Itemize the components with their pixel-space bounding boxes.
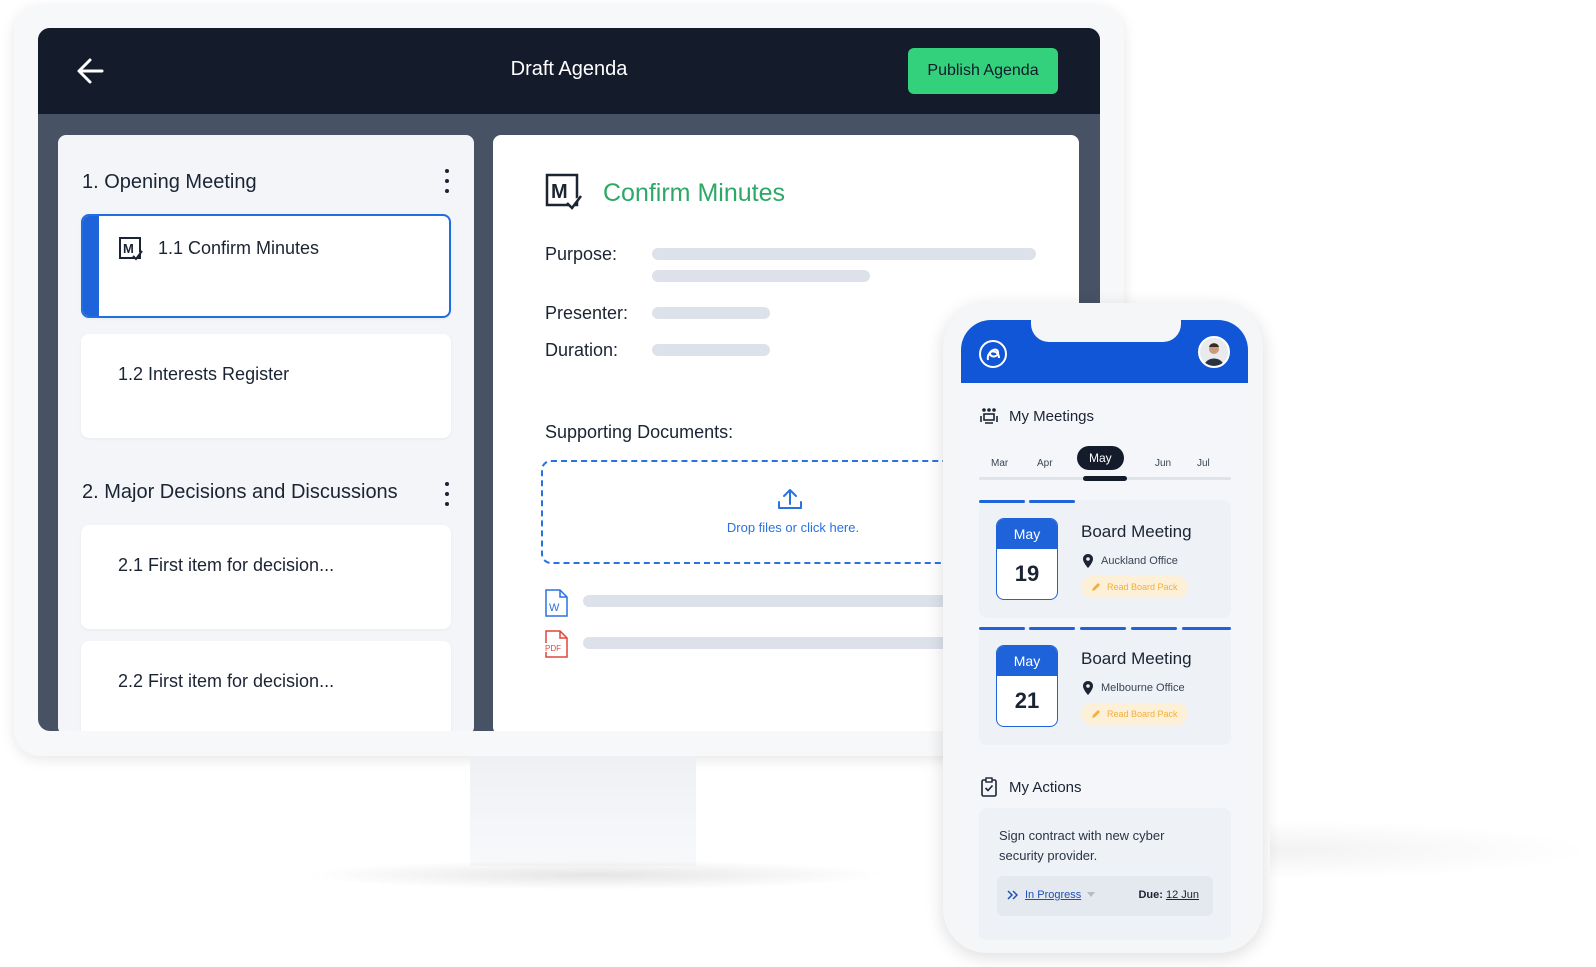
date-month: May (997, 519, 1057, 549)
chevron-down-icon (1087, 892, 1096, 897)
meeting-title: Board Meeting (1081, 522, 1192, 541)
agenda-item-label: 1.2 Interests Register (118, 364, 290, 384)
due-label: Due: (1138, 889, 1163, 901)
meeting-location: Melbourne Office (1083, 681, 1185, 695)
agenda-item-decision-1[interactable]: 2.1 First item for decision... (81, 525, 451, 629)
svg-text:M: M (551, 181, 568, 203)
read-board-pack-button[interactable]: Read Board Pack (1081, 576, 1188, 598)
my-meetings-label: My Meetings (1009, 407, 1095, 425)
date-day: 21 (1014, 688, 1040, 713)
read-board-pack-label: Read Board Pack (1107, 582, 1178, 592)
read-board-pack-button[interactable]: Read Board Pack (1081, 703, 1188, 725)
meeting-tabs (979, 500, 1231, 503)
supporting-documents-label: Supporting Documents: (545, 422, 734, 442)
upload-icon (778, 489, 802, 509)
minutes-icon: M (545, 173, 582, 210)
month-tab[interactable]: Jul (1197, 458, 1210, 469)
duration-placeholder (652, 344, 770, 356)
detail-title: Confirm Minutes (603, 179, 785, 207)
agenda-item-confirm-minutes[interactable]: M 1.1 Confirm Minutes (81, 214, 451, 318)
action-footer: In Progress Due: 12 Jun (997, 876, 1213, 916)
date-badge: May 19 (996, 518, 1058, 600)
mobile-screen: My Meetings Mar Apr May Jun Jul May 19 B… (961, 320, 1248, 940)
date-day: 19 (1014, 561, 1040, 586)
minutes-icon: M (119, 237, 143, 261)
my-actions-heading: My Actions (979, 777, 1082, 797)
location-pin-icon (1083, 681, 1093, 695)
marketing-stage: Draft Agenda Publish Agenda 1. Opening M… (0, 0, 1596, 967)
status-dropdown[interactable]: In Progress (1007, 889, 1096, 901)
user-avatar[interactable] (1198, 336, 1230, 368)
publish-agenda-button[interactable]: Publish Agenda (908, 48, 1058, 94)
desktop-screen: Draft Agenda Publish Agenda 1. Opening M… (38, 28, 1100, 731)
agenda-item-label: 1.1 Confirm Minutes (158, 238, 320, 258)
month-tab[interactable]: Mar (991, 458, 1008, 469)
active-indicator (83, 216, 99, 316)
monitor-stand-shadow (300, 860, 890, 890)
section-menu-icon[interactable] (442, 169, 452, 193)
clipboard-check-icon (981, 777, 997, 797)
meeting-title: Board Meeting (1081, 649, 1192, 668)
presenter-label: Presenter: (545, 303, 629, 323)
month-tab-selected[interactable]: May (1077, 446, 1124, 470)
location-label: Auckland Office (1101, 555, 1178, 567)
meeting-location: Auckland Office (1083, 554, 1178, 568)
svg-text:W: W (549, 602, 560, 614)
pencil-icon (1092, 710, 1100, 718)
app-logo-icon[interactable] (977, 338, 1009, 370)
duration-label: Duration: (545, 340, 619, 360)
pencil-icon (1092, 583, 1100, 591)
purpose-placeholder (652, 270, 870, 282)
presenter-placeholder (652, 307, 770, 319)
phone-notch (1031, 320, 1181, 342)
status-label: In Progress (1025, 889, 1082, 901)
top-bar: Draft Agenda Publish Agenda (38, 28, 1100, 114)
monitor-stand (470, 756, 696, 866)
month-indicator (1083, 476, 1127, 481)
month-tab[interactable]: Jun (1155, 458, 1171, 469)
word-doc-icon[interactable]: W (543, 589, 569, 617)
month-tab[interactable]: Apr (1037, 458, 1053, 469)
action-card[interactable]: Sign contract with new cyber security pr… (979, 808, 1231, 940)
pdf-doc-icon[interactable]: PDF (543, 630, 569, 658)
purpose-label: Purpose: (545, 244, 618, 264)
section-title-opening: 1. Opening Meeting (82, 171, 257, 193)
section-menu-icon[interactable] (442, 482, 452, 506)
agenda-item-label: 2.1 First item for decision... (118, 555, 335, 575)
agenda-item-decision-2[interactable]: 2.2 First item for decision... (81, 641, 451, 731)
meeting-card[interactable]: May 21 Board Meeting Melbourne Office Re… (979, 627, 1231, 745)
my-actions-label: My Actions (1009, 778, 1082, 796)
meetings-icon (980, 408, 998, 424)
svg-text:PDF: PDF (545, 644, 561, 653)
date-month: May (997, 646, 1057, 676)
meeting-card[interactable]: May 19 Board Meeting Auckland Office Rea… (979, 500, 1231, 618)
double-chevron-right-icon (1007, 890, 1019, 900)
month-selector: Mar Apr May Jun Jul (979, 444, 1231, 488)
agenda-item-interests-register[interactable]: 1.2 Interests Register (81, 334, 451, 438)
my-meetings-heading: My Meetings (979, 406, 1094, 426)
meeting-tabs (979, 627, 1231, 630)
agenda-item-label: 2.2 First item for decision... (118, 671, 335, 691)
svg-text:M: M (123, 241, 134, 256)
action-text: Sign contract with new cyber security pr… (999, 828, 1165, 863)
location-pin-icon (1083, 554, 1093, 568)
section-title-major-decisions: 2. Major Decisions and Discussions (82, 481, 398, 503)
person-icon (1204, 343, 1224, 366)
purpose-placeholder (652, 248, 1036, 260)
due-date: Due: 12 Jun (1138, 889, 1199, 901)
due-value: 12 Jun (1165, 889, 1199, 901)
agenda-panel: 1. Opening Meeting M 1.1 Confirm Minutes… (58, 135, 474, 731)
floor-shadow (1270, 820, 1596, 880)
date-badge: May 21 (996, 645, 1058, 727)
read-board-pack-label: Read Board Pack (1107, 709, 1178, 719)
mobile-device: My Meetings Mar Apr May Jun Jul May 19 B… (943, 303, 1263, 953)
location-label: Melbourne Office (1101, 682, 1185, 694)
